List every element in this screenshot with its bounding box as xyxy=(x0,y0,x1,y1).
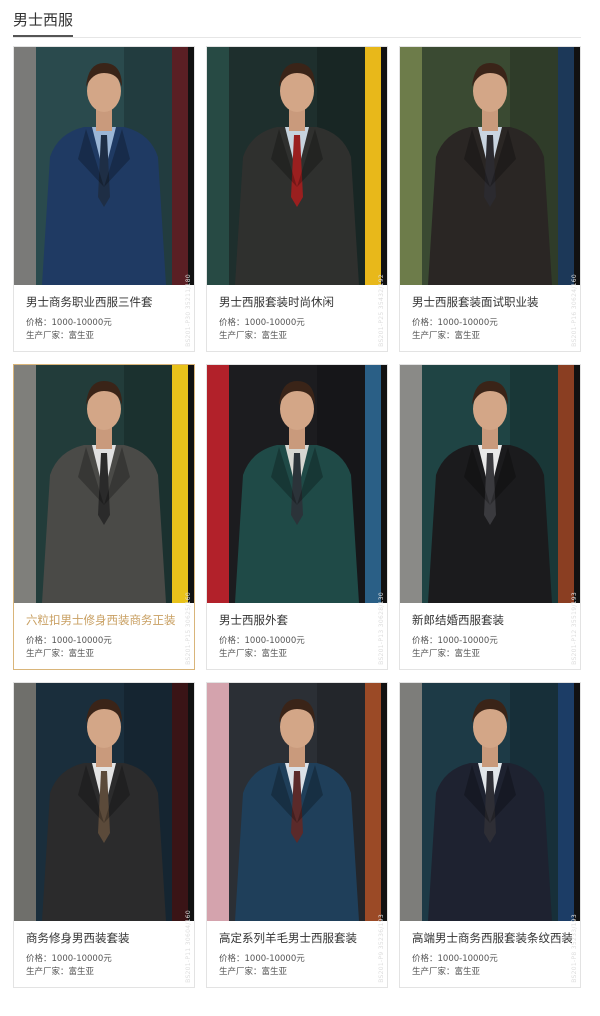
product-maker: 生产厂家：富生亚 xyxy=(26,967,95,977)
product-photo[interactable] xyxy=(207,683,387,921)
product-name[interactable]: 六粒扣男士修身西装商务正装 xyxy=(26,612,186,628)
product-code: BS201-P8 35233/193 xyxy=(571,914,578,983)
section-header: 男士西服 xyxy=(13,0,581,38)
product-name[interactable]: 商务修身男西装套装 xyxy=(26,930,186,946)
product-price: 价格：1000-10000元 xyxy=(26,954,112,964)
product-price: 价格：1000-10000元 xyxy=(26,318,112,328)
product-photo[interactable] xyxy=(14,47,194,285)
product-card[interactable]: BS201-P9 35236/193 高定系列羊毛男士西服套装价格：1000-10… xyxy=(206,682,388,988)
product-price: 价格：1000-10000元 xyxy=(219,636,305,646)
product-name[interactable]: 男士西服外套 xyxy=(219,612,379,628)
product-maker: 生产厂家：富生亚 xyxy=(412,331,481,341)
product-code: BS201-P16 30624/160 xyxy=(571,274,578,347)
product-code: BS201-P15 30625/160 xyxy=(185,592,192,665)
product-code: BS201-P11 30604/160 xyxy=(185,910,192,983)
product-card[interactable]: BS201-P13 30628/130 男士西服外套价格：1000-10000元生… xyxy=(206,364,388,670)
product-name[interactable]: 新郎结婚西服套装 xyxy=(412,612,572,628)
product-price: 价格：1000-10000元 xyxy=(412,636,498,646)
title-underline xyxy=(13,35,73,37)
product-card[interactable]: BS201-P8 35233/193 高端男士商务西服套装条纹西装价格：1000-… xyxy=(399,682,581,988)
product-maker: 生产厂家：富生亚 xyxy=(219,967,288,977)
product-photo[interactable] xyxy=(400,365,580,603)
product-name[interactable]: 高定系列羊毛男士西服套装 xyxy=(219,930,379,946)
product-photo[interactable] xyxy=(207,365,387,603)
product-name[interactable]: 男士西服套装面试职业装 xyxy=(412,294,572,310)
product-price: 价格：1000-10000元 xyxy=(26,636,112,646)
product-maker: 生产厂家：富生亚 xyxy=(219,331,288,341)
product-card[interactable]: BS201-P11 30604/160 商务修身男西装套装价格：1000-1000… xyxy=(13,682,195,988)
page-title: 男士西服 xyxy=(13,11,74,29)
product-photo[interactable] xyxy=(14,683,194,921)
product-maker: 生产厂家：富生亚 xyxy=(26,649,95,659)
product-card[interactable]: BS201-P15 30625/160 六粒扣男士修身西装商务正装价格：1000-… xyxy=(13,364,195,670)
product-card[interactable]: BS201-P12 35519/193 新郎结婚西服套装价格：1000-10000… xyxy=(399,364,581,670)
product-photo[interactable] xyxy=(400,683,580,921)
product-name[interactable]: 高端男士商务西服套装条纹西装 xyxy=(412,930,572,946)
product-price: 价格：1000-10000元 xyxy=(412,318,498,328)
product-maker: 生产厂家：富生亚 xyxy=(412,649,481,659)
product-maker: 生产厂家：富生亚 xyxy=(26,331,95,341)
product-card[interactable]: BS201-P30 35211/180 男士商务职业西服三件套价格：1000-10… xyxy=(13,46,195,352)
product-price: 价格：1000-10000元 xyxy=(219,318,305,328)
product-price: 价格：1000-10000元 xyxy=(412,954,498,964)
product-photo[interactable] xyxy=(14,365,194,603)
product-maker: 生产厂家：富生亚 xyxy=(412,967,481,977)
product-photo[interactable] xyxy=(207,47,387,285)
product-name[interactable]: 男士西服套装时尚休闲 xyxy=(219,294,379,310)
product-code: BS201-P12 35519/193 xyxy=(571,592,578,665)
product-maker: 生产厂家：富生亚 xyxy=(219,649,288,659)
product-code: BS201-P9 35236/193 xyxy=(378,914,385,983)
product-card[interactable]: BS201-P16 30624/160 男士西服套装面试职业装价格：1000-10… xyxy=(399,46,581,352)
product-card[interactable]: BS201-P25 35432/192 男士西服套装时尚休闲价格：1000-100… xyxy=(206,46,388,352)
product-photo[interactable] xyxy=(400,47,580,285)
product-code: BS201-P30 35211/180 xyxy=(185,274,192,347)
product-price: 价格：1000-10000元 xyxy=(219,954,305,964)
product-code: BS201-P25 35432/192 xyxy=(378,274,385,347)
product-name[interactable]: 男士商务职业西服三件套 xyxy=(26,294,186,310)
product-code: BS201-P13 30628/130 xyxy=(378,592,385,665)
